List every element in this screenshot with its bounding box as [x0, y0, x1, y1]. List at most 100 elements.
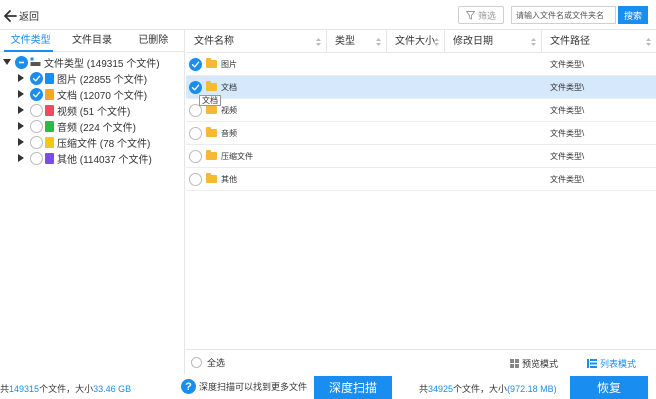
preview-mode-label: 预览模式 — [522, 359, 559, 369]
file-type-tree: 文件类型 (149315 个文件) 图片 (22855 个文件) 文档 (1207… — [0, 52, 184, 166]
column-header-path[interactable]: 文件路径 — [542, 30, 656, 52]
expand-caret-icon[interactable] — [18, 106, 24, 114]
recover-button[interactable]: 恢复 — [570, 376, 648, 399]
search-button[interactable]: 搜索 — [618, 6, 648, 24]
video-icon — [45, 104, 54, 116]
expand-caret-icon[interactable] — [18, 138, 24, 146]
file-name-label: 文档 — [221, 82, 237, 92]
tree-root[interactable]: 文件类型 (149315 个文件) — [0, 54, 184, 70]
row-tooltip: 文档 — [199, 95, 221, 106]
file-path-cell: 文件类型\ — [550, 151, 585, 161]
tree-item-checkbox[interactable] — [30, 71, 43, 85]
table-row[interactable]: 其他 文件类型\ — [186, 168, 656, 191]
expand-caret-icon[interactable] — [18, 122, 24, 130]
filter-label: 筛选 — [477, 10, 496, 21]
file-path-cell: 文件类型\ — [550, 105, 585, 115]
table-row[interactable]: 压缩文件 文件类型\ — [186, 145, 656, 168]
column-header-size-label: 文件大小 — [395, 36, 435, 47]
column-header-type-label: 类型 — [335, 36, 355, 47]
tree-root-label: 文件类型 (149315 个文件) — [44, 58, 160, 70]
tree-item-checkbox[interactable] — [30, 135, 43, 149]
table-row[interactable]: 文档 文件类型\ — [186, 76, 656, 99]
tab-deleted[interactable]: 已删除 — [123, 30, 184, 51]
column-header-modified[interactable]: 修改日期 — [445, 30, 542, 52]
left-panel: 文件类型 文件目录 已删除 文件类型 (149315 个文件) 图片 (2285… — [0, 30, 185, 374]
list-footer: 全选 预览模式 列表模式 — [186, 349, 656, 374]
column-header-modified-label: 修改日期 — [453, 36, 493, 47]
tree-item-label: 文档 (12070 个文件) — [57, 90, 148, 102]
tree-item[interactable]: 图片 (22855 个文件) — [0, 70, 184, 86]
row-checkbox[interactable] — [189, 126, 202, 140]
tree-item[interactable]: 压缩文件 (78 个文件) — [0, 134, 184, 150]
search-input[interactable] — [511, 6, 616, 24]
tree-item-checkbox[interactable] — [30, 151, 43, 165]
filter-button[interactable]: 筛选 — [458, 6, 504, 24]
expand-caret-icon[interactable] — [18, 90, 24, 98]
row-checkbox[interactable] — [189, 80, 202, 94]
table-row[interactable]: 图片 文件类型\ — [186, 53, 656, 76]
file-name-cell: 图片 — [186, 57, 327, 71]
tree-item-label: 压缩文件 (78 个文件) — [57, 138, 151, 150]
tree-item-checkbox[interactable] — [30, 87, 43, 101]
preview-mode-button[interactable]: 预览模式 — [510, 357, 558, 370]
partial-check-icon — [19, 61, 24, 63]
document-icon — [45, 88, 54, 100]
folder-icon — [206, 127, 217, 137]
file-name-cell: 其他 — [186, 172, 327, 186]
column-header-type[interactable]: 类型 — [327, 30, 387, 52]
selected-prefix: 共 — [419, 384, 429, 394]
file-path-cell: 文件类型\ — [550, 59, 585, 69]
column-header-name[interactable]: 文件名称 — [186, 30, 327, 52]
file-name-label: 压缩文件 — [221, 151, 253, 161]
sort-icon — [434, 38, 439, 46]
tree-item[interactable]: 视频 (51 个文件) — [0, 102, 184, 118]
tree-item[interactable]: 音频 (224 个文件) — [0, 118, 184, 134]
file-name-label: 音频 — [221, 128, 237, 138]
expand-caret-icon[interactable] — [18, 154, 24, 162]
select-all-toggle[interactable]: 全选 — [191, 356, 225, 369]
total-files-summary: 共149315个文件，大小33.46 GB — [0, 382, 131, 395]
select-all-checkbox[interactable] — [191, 357, 202, 368]
tree-item-checkbox[interactable] — [30, 103, 43, 117]
tree-item-label: 图片 (22855 个文件) — [57, 74, 148, 86]
selected-mid-text: 个文件，大小 — [453, 384, 508, 394]
tree-item[interactable]: 其他 (114037 个文件) — [0, 150, 184, 166]
table-row[interactable]: 视频 文件类型\ — [186, 99, 656, 122]
sort-icon — [531, 38, 536, 46]
tree-item-label: 音频 (224 个文件) — [57, 122, 136, 134]
tab-file-type[interactable]: 文件类型 — [0, 30, 61, 52]
top-toolbar: 返回 筛选 搜索 — [0, 0, 656, 30]
expand-caret-icon[interactable] — [3, 59, 11, 65]
list-mode-button[interactable]: 列表模式 — [587, 357, 636, 370]
status-bar: 共149315个文件，大小33.46 GB ? 深度扫描可以找到更多文件 深度扫… — [0, 374, 656, 399]
table-body: 图片 文件类型\ 文档 文件类型\ 视频 文件类型\ 音频 文件类型\ 压缩文件 文件类型\ 其他文… — [186, 53, 656, 191]
selected-size: (972.18 MB) — [507, 384, 557, 394]
file-list-panel: 文件名称 类型 文件大小 修改日期 文件路径 图片 文件类型\ 文档 文件类型\ 视频文… — [186, 30, 656, 374]
row-checkbox[interactable] — [189, 149, 202, 163]
filter-icon — [465, 10, 475, 20]
list-mode-label: 列表模式 — [600, 359, 637, 369]
sort-icon — [376, 38, 381, 46]
file-name-label: 其他 — [221, 174, 237, 184]
back-button[interactable]: 返回 — [4, 8, 39, 23]
help-icon[interactable]: ? — [181, 379, 196, 394]
table-row[interactable]: 音频 文件类型\ — [186, 122, 656, 145]
selected-files-summary: 共34925个文件，大小(972.18 MB) — [419, 382, 557, 395]
folder-icon — [206, 104, 217, 114]
row-checkbox[interactable] — [189, 57, 202, 71]
list-view-icon — [587, 359, 597, 368]
tree-item[interactable]: 文档 (12070 个文件) — [0, 86, 184, 102]
file-path-cell: 文件类型\ — [550, 128, 585, 138]
row-checkbox[interactable] — [189, 172, 202, 186]
checkmark-icon — [191, 84, 200, 90]
checkmark-icon — [32, 91, 41, 97]
column-header-size[interactable]: 文件大小 — [387, 30, 445, 52]
root-checkbox[interactable] — [15, 55, 28, 69]
deep-scan-button[interactable]: 深度扫描 — [314, 376, 392, 399]
expand-caret-icon[interactable] — [18, 74, 24, 82]
column-header-name-label: 文件名称 — [194, 36, 234, 47]
tab-file-directory[interactable]: 文件目录 — [61, 30, 122, 51]
total-mid-text: 个文件，大小 — [39, 384, 94, 394]
table-header: 文件名称 类型 文件大小 修改日期 文件路径 — [186, 30, 656, 53]
tree-item-checkbox[interactable] — [30, 119, 43, 133]
